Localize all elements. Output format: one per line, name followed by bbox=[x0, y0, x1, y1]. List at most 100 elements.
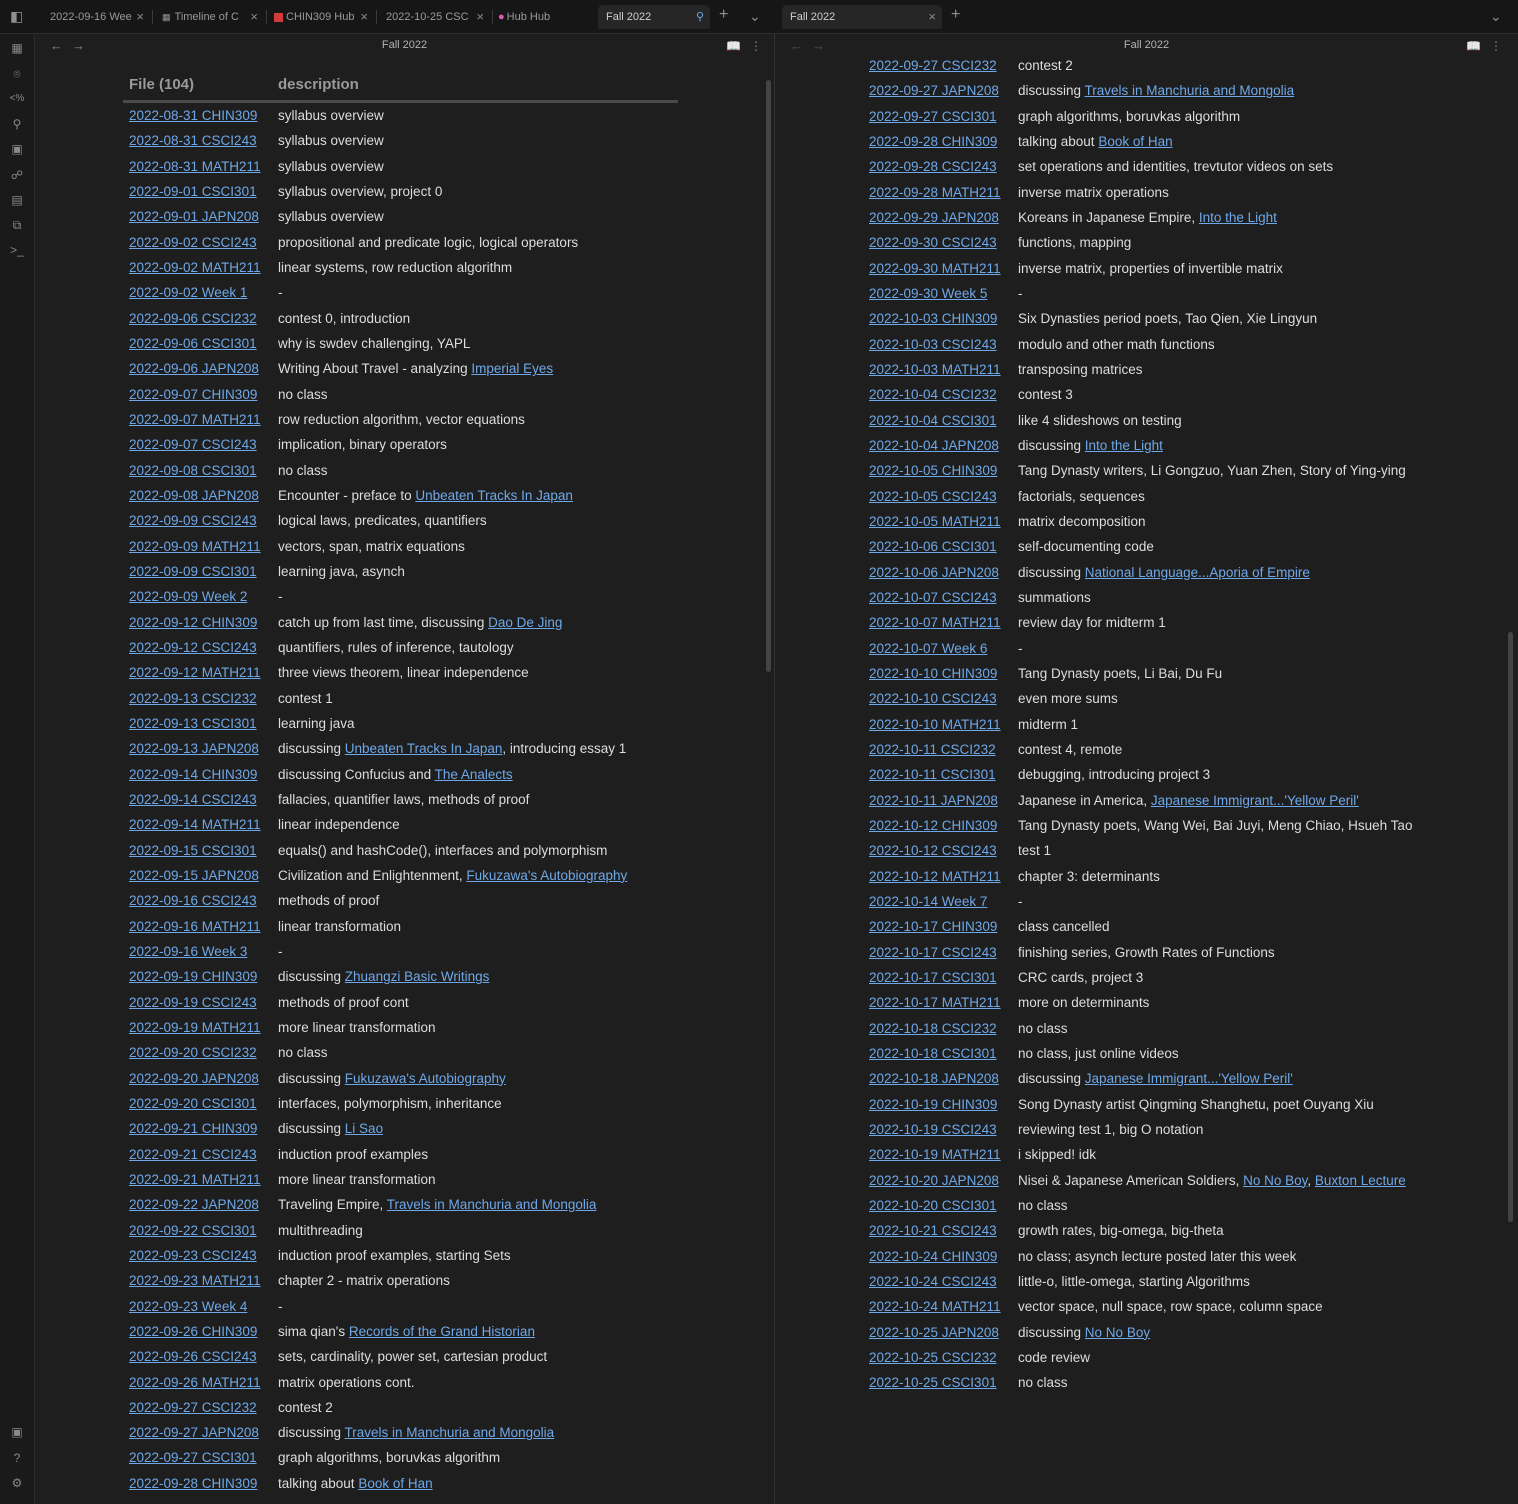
file-link[interactable]: 2022-10-06 CSCI301 bbox=[869, 538, 997, 556]
file-link[interactable]: 2022-09-14 CSCI243 bbox=[129, 791, 257, 809]
file-link[interactable]: 2022-10-24 CHIN309 bbox=[869, 1248, 997, 1266]
file-link[interactable]: 2022-09-21 CHIN309 bbox=[129, 1120, 257, 1138]
file-link[interactable]: 2022-09-02 Week 1 bbox=[129, 284, 247, 302]
file-link[interactable]: 2022-10-03 CHIN309 bbox=[869, 310, 997, 328]
graph-icon[interactable]: ☍ bbox=[9, 167, 25, 183]
file-link[interactable]: 2022-10-11 CSCI301 bbox=[869, 766, 996, 784]
file-link[interactable]: 2022-10-03 CSCI243 bbox=[869, 336, 997, 354]
file-link[interactable]: 2022-10-10 CSCI243 bbox=[869, 690, 997, 708]
tab-fall-2022[interactable]: Fall 2022 ⚲ bbox=[598, 5, 710, 29]
file-link[interactable]: 2022-10-11 JAPN208 bbox=[869, 792, 998, 810]
file-icon[interactable]: ▣ bbox=[9, 141, 25, 157]
file-link[interactable]: 2022-09-22 JAPN208 bbox=[129, 1196, 259, 1214]
file-link[interactable]: 2022-10-07 MATH211 bbox=[869, 614, 1001, 632]
file-link[interactable]: 2022-09-02 MATH211 bbox=[129, 259, 261, 277]
file-link[interactable]: 2022-09-28 CHIN309 bbox=[869, 133, 997, 151]
description-link[interactable]: Unbeaten Tracks In Japan bbox=[415, 488, 573, 503]
file-link[interactable]: 2022-10-19 MATH211 bbox=[869, 1146, 1001, 1164]
description-link[interactable]: Book of Han bbox=[1098, 134, 1172, 149]
file-link[interactable]: 2022-08-31 MATH211 bbox=[129, 158, 261, 176]
chevron-down-icon[interactable]: ⌄ bbox=[1490, 9, 1502, 23]
file-link[interactable]: 2022-10-12 CHIN309 bbox=[869, 817, 997, 835]
file-link[interactable]: 2022-10-14 Week 7 bbox=[869, 893, 987, 911]
file-link[interactable]: 2022-09-30 CSCI243 bbox=[869, 234, 997, 252]
description-link[interactable]: Travels in Manchuria and Mongolia bbox=[1085, 83, 1295, 98]
description-link[interactable]: Japanese Immigrant...'Yellow Peril' bbox=[1151, 793, 1359, 808]
description-link[interactable]: Japanese Immigrant...'Yellow Peril' bbox=[1085, 1071, 1293, 1086]
file-link[interactable]: 2022-10-10 MATH211 bbox=[869, 716, 1001, 734]
file-link[interactable]: 2022-09-30 MATH211 bbox=[869, 260, 1001, 278]
new-tab-icon[interactable]: + bbox=[951, 7, 960, 23]
file-link[interactable]: 2022-09-09 MATH211 bbox=[129, 538, 261, 556]
file-link[interactable]: 2022-10-05 CSCI243 bbox=[869, 488, 997, 506]
reading-view-icon[interactable]: 📖 bbox=[726, 39, 741, 53]
file-link[interactable]: 2022-09-29 JAPN208 bbox=[869, 209, 999, 227]
sidebar-toggle-icon[interactable]: ◧ bbox=[10, 9, 23, 23]
file-link[interactable]: 2022-10-05 CHIN309 bbox=[869, 462, 997, 480]
close-icon[interactable]: × bbox=[136, 5, 144, 29]
file-link[interactable]: 2022-09-07 CHIN309 bbox=[129, 386, 257, 404]
reading-view-icon[interactable]: 📖 bbox=[1466, 39, 1481, 53]
file-link[interactable]: 2022-09-30 Week 5 bbox=[869, 285, 987, 303]
file-link[interactable]: 2022-10-19 CHIN309 bbox=[869, 1096, 997, 1114]
file-link[interactable]: 2022-08-31 CHIN309 bbox=[129, 107, 257, 125]
chevron-down-icon[interactable]: ⌄ bbox=[749, 9, 761, 23]
close-icon[interactable]: × bbox=[476, 5, 484, 29]
description-link[interactable]: Buxton Lecture bbox=[1315, 1173, 1406, 1188]
file-link[interactable]: 2022-10-05 MATH211 bbox=[869, 513, 1001, 531]
description-link[interactable]: The Analects bbox=[435, 767, 513, 782]
file-link[interactable]: 2022-09-15 CSCI301 bbox=[129, 842, 257, 860]
file-link[interactable]: 2022-10-17 CSCI243 bbox=[869, 944, 997, 962]
help-icon[interactable]: ? bbox=[9, 1450, 25, 1466]
close-icon[interactable]: × bbox=[250, 5, 258, 29]
column-header-description[interactable]: description bbox=[278, 76, 359, 93]
file-link[interactable]: 2022-10-21 CSCI243 bbox=[869, 1222, 997, 1240]
file-link[interactable]: 2022-10-11 CSCI232 bbox=[869, 741, 996, 759]
file-link[interactable]: 2022-10-07 Week 6 bbox=[869, 640, 987, 658]
file-link[interactable]: 2022-09-12 MATH211 bbox=[129, 664, 261, 682]
file-link[interactable]: 2022-10-03 MATH211 bbox=[869, 361, 1001, 379]
description-link[interactable]: Travels in Manchuria and Mongolia bbox=[345, 1425, 555, 1440]
file-link[interactable]: 2022-09-13 CSCI232 bbox=[129, 690, 257, 708]
file-link[interactable]: 2022-09-19 CHIN309 bbox=[129, 968, 257, 986]
file-link[interactable]: 2022-09-13 CSCI301 bbox=[129, 715, 257, 733]
scrollbar[interactable] bbox=[1508, 632, 1513, 1222]
file-link[interactable]: 2022-09-22 CSCI301 bbox=[129, 1222, 257, 1240]
more-options-icon[interactable]: ⋮ bbox=[750, 39, 762, 53]
calendar-icon[interactable]: ▤ bbox=[9, 192, 25, 208]
close-icon[interactable]: × bbox=[360, 5, 368, 29]
file-link[interactable]: 2022-09-14 CHIN309 bbox=[129, 766, 257, 784]
file-link[interactable]: 2022-09-28 CHIN309 bbox=[129, 1475, 257, 1493]
file-link[interactable]: 2022-09-26 CSCI243 bbox=[129, 1348, 257, 1366]
tab-hub-hub[interactable]: ● Hub Hub bbox=[494, 5, 596, 29]
description-link[interactable]: Fukuzawa's Autobiography bbox=[466, 868, 627, 883]
terminal-icon[interactable]: >_ bbox=[9, 242, 25, 258]
tab-timeline[interactable]: ▦ Timeline of C × bbox=[154, 5, 264, 29]
file-link[interactable]: 2022-09-15 JAPN208 bbox=[129, 867, 259, 885]
file-link[interactable]: 2022-09-01 CSCI301 bbox=[129, 183, 257, 201]
file-link[interactable]: 2022-10-18 CSCI232 bbox=[869, 1020, 997, 1038]
description-link[interactable]: Unbeaten Tracks In Japan bbox=[345, 741, 503, 756]
close-icon[interactable]: × bbox=[928, 5, 936, 29]
file-link[interactable]: 2022-09-23 Week 4 bbox=[129, 1298, 247, 1316]
tab-right-fall-2022[interactable]: Fall 2022 × bbox=[782, 5, 942, 29]
file-link[interactable]: 2022-09-19 CSCI243 bbox=[129, 994, 257, 1012]
file-link[interactable]: 2022-09-16 CSCI243 bbox=[129, 892, 257, 910]
file-link[interactable]: 2022-10-25 CSCI232 bbox=[869, 1349, 997, 1367]
gear-icon[interactable]: ⚙ bbox=[9, 1475, 25, 1491]
thermometer-icon[interactable]: ⌾ bbox=[9, 66, 25, 82]
tab-chin309-hub[interactable]: CHIN309 Hub × bbox=[268, 5, 374, 29]
description-link[interactable]: Records of the Grand Historian bbox=[349, 1324, 535, 1339]
file-link[interactable]: 2022-09-12 CSCI243 bbox=[129, 639, 257, 657]
file-link[interactable]: 2022-10-20 JAPN208 bbox=[869, 1172, 999, 1190]
file-link[interactable]: 2022-09-27 JAPN208 bbox=[129, 1424, 259, 1442]
file-link[interactable]: 2022-09-02 CSCI243 bbox=[129, 234, 257, 252]
file-link[interactable]: 2022-09-23 MATH211 bbox=[129, 1272, 261, 1290]
file-link[interactable]: 2022-09-20 CSCI232 bbox=[129, 1044, 257, 1062]
file-link[interactable]: 2022-10-17 CHIN309 bbox=[869, 918, 997, 936]
file-link[interactable]: 2022-09-09 CSCI243 bbox=[129, 512, 257, 530]
file-link[interactable]: 2022-10-04 CSCI232 bbox=[869, 386, 997, 404]
file-link[interactable]: 2022-09-27 CSCI232 bbox=[129, 1399, 257, 1417]
scrollbar[interactable] bbox=[766, 80, 771, 672]
description-link[interactable]: National Language...Aporia of Empire bbox=[1085, 565, 1310, 580]
